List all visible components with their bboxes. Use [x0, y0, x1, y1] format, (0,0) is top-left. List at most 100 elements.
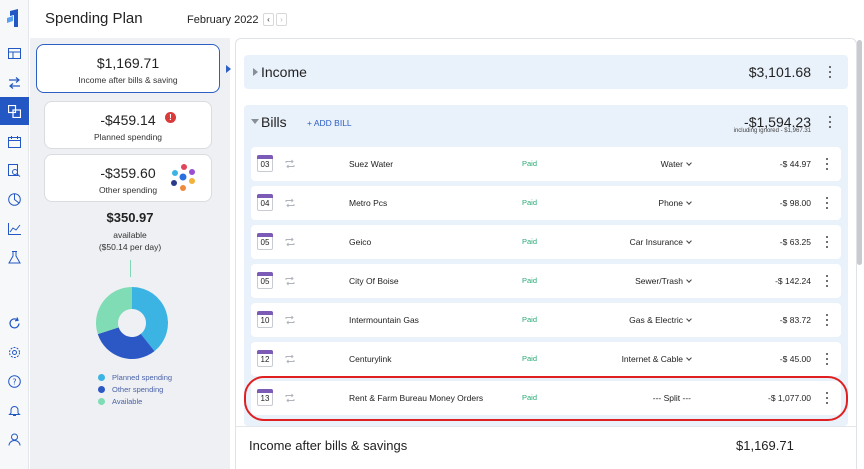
chevron-down-icon [686, 316, 692, 322]
bill-amount: -$ 142.24 [775, 276, 811, 286]
recurring-icon[interactable] [285, 315, 295, 325]
income-after-label: Income after bills & saving [78, 75, 178, 85]
transactions-icon[interactable] [6, 74, 23, 91]
planned-spending-amount: -$459.14 [100, 112, 156, 128]
svg-text:?: ? [12, 378, 16, 387]
bill-amount: -$ 63.25 [779, 237, 811, 247]
recurring-icon[interactable] [285, 237, 295, 247]
icon-rail: ? [0, 0, 29, 469]
chevron-down-icon [686, 199, 692, 205]
bill-name[interactable]: City Of Boise [349, 276, 399, 286]
next-month-button[interactable]: › [276, 13, 287, 26]
legend-label: Planned spending [112, 372, 173, 382]
reports-search-icon[interactable] [6, 162, 23, 179]
legend-label: Available [112, 396, 143, 406]
bill-more-icon[interactable] [825, 314, 829, 326]
bill-amount: -$ 83.72 [779, 315, 811, 325]
available-amount: $350.97 [106, 210, 154, 225]
recurring-icon[interactable] [285, 198, 295, 208]
bill-more-icon[interactable] [825, 236, 829, 248]
bill-row[interactable]: 03 Suez Water Paid Water -$ 44.97 [251, 147, 841, 181]
settings-icon[interactable] [6, 344, 23, 361]
bill-category-dropdown[interactable]: Car Insurance [629, 237, 692, 247]
scrollbar[interactable] [857, 40, 862, 265]
spending-donut-chart [96, 287, 168, 359]
available-label: available [113, 230, 147, 240]
bills-title: Bills [261, 114, 287, 130]
highlight-annotation [244, 376, 848, 421]
bill-category-dropdown[interactable]: Gas & Electric [629, 315, 692, 325]
spending-plan-icon[interactable] [0, 97, 29, 125]
add-bill-button[interactable]: + ADD BILL [307, 118, 352, 128]
bill-more-icon[interactable] [825, 353, 829, 365]
bill-category-dropdown[interactable]: Internet & Cable [622, 354, 692, 364]
bill-row[interactable]: 04 Metro Pcs Paid Phone -$ 98.00 [251, 186, 841, 220]
pie-chart-icon[interactable] [6, 191, 23, 208]
bill-category: Gas & Electric [629, 315, 683, 325]
bill-day: 03 [260, 160, 270, 169]
income-more-icon[interactable] [828, 66, 832, 78]
help-icon[interactable]: ? [6, 373, 23, 390]
bill-more-icon[interactable] [825, 197, 829, 209]
chart-legend: Planned spending Other spending Availabl… [98, 371, 172, 407]
bill-amount: -$ 45.00 [779, 354, 811, 364]
recurring-icon[interactable] [285, 354, 295, 364]
legend-planned-dot [98, 373, 105, 381]
bill-amount: -$ 98.00 [779, 198, 811, 208]
calendar-date-icon: 03 [257, 155, 273, 172]
bill-name[interactable]: Centurylink [349, 354, 392, 364]
footer-label: Income after bills & savings [249, 438, 408, 453]
calendar-icon[interactable] [6, 133, 23, 150]
app-logo-icon[interactable] [7, 9, 22, 27]
bill-day: 05 [260, 238, 270, 247]
profile-icon[interactable] [6, 431, 23, 448]
recurring-icon[interactable] [285, 276, 295, 286]
bill-category-dropdown[interactable]: Sewer/Trash [635, 276, 692, 286]
calendar-date-icon: 05 [257, 272, 273, 289]
bill-status: Paid [522, 354, 538, 363]
refresh-icon[interactable] [6, 315, 23, 332]
bill-day: 12 [260, 355, 270, 364]
page-title: Spending Plan [45, 10, 143, 27]
income-after-amount: $1,169.71 [96, 55, 160, 71]
collapse-caret-icon[interactable] [251, 119, 259, 124]
bill-category: Sewer/Trash [635, 276, 683, 286]
bill-category-dropdown[interactable]: Phone [658, 198, 692, 208]
prev-month-button[interactable]: ‹ [263, 13, 274, 26]
legend-item: Available [98, 395, 172, 407]
calendar-date-icon: 10 [257, 311, 273, 328]
trend-chart-icon[interactable] [6, 220, 23, 237]
bill-amount: -$ 44.97 [779, 159, 811, 169]
bill-row[interactable]: 05 City Of Boise Paid Sewer/Trash -$ 142.24 [251, 264, 841, 298]
bill-status: Paid [522, 159, 538, 168]
bill-name[interactable]: Suez Water [349, 159, 393, 169]
bill-name[interactable]: Metro Pcs [349, 198, 387, 208]
legend-available-dot [98, 397, 105, 405]
bill-more-icon[interactable] [825, 275, 829, 287]
bills-more-icon[interactable] [828, 116, 832, 128]
bill-status: Paid [522, 198, 538, 207]
bill-row[interactable]: 10 Intermountain Gas Paid Gas & Electric -$ … [251, 303, 841, 337]
bill-category: Phone [658, 198, 683, 208]
footer-summary: Income after bills & savings $1,169.71 [236, 426, 856, 469]
bill-row[interactable]: 12 Centurylink Paid Internet & Cable -$ 45.0… [251, 342, 841, 376]
recurring-icon[interactable] [285, 159, 295, 169]
bill-more-icon[interactable] [825, 158, 829, 170]
bill-name[interactable]: Intermountain Gas [349, 315, 419, 325]
income-after-card[interactable]: $1,169.71 Income after bills & saving [36, 44, 220, 93]
income-section-header[interactable]: Income $3,101.68 [244, 55, 848, 89]
bill-status: Paid [522, 315, 538, 324]
dashboard-icon[interactable] [6, 45, 23, 62]
bill-category-dropdown[interactable]: Water [661, 159, 692, 169]
bill-row[interactable]: 05 Geico Paid Car Insurance -$ 63.25 [251, 225, 841, 259]
calendar-date-icon: 12 [257, 350, 273, 367]
bill-category: Car Insurance [629, 237, 683, 247]
bill-name[interactable]: Geico [349, 237, 371, 247]
warning-icon: ! [165, 112, 176, 123]
investment-icon[interactable] [6, 249, 23, 266]
notifications-bell-icon[interactable] [6, 402, 23, 419]
expand-caret-icon[interactable] [253, 68, 258, 76]
other-spending-card[interactable]: -$359.60 Other spending [44, 154, 212, 202]
donut-slice-available [96, 287, 132, 335]
planned-spending-card[interactable]: -$459.14 Planned spending ! [44, 101, 212, 149]
